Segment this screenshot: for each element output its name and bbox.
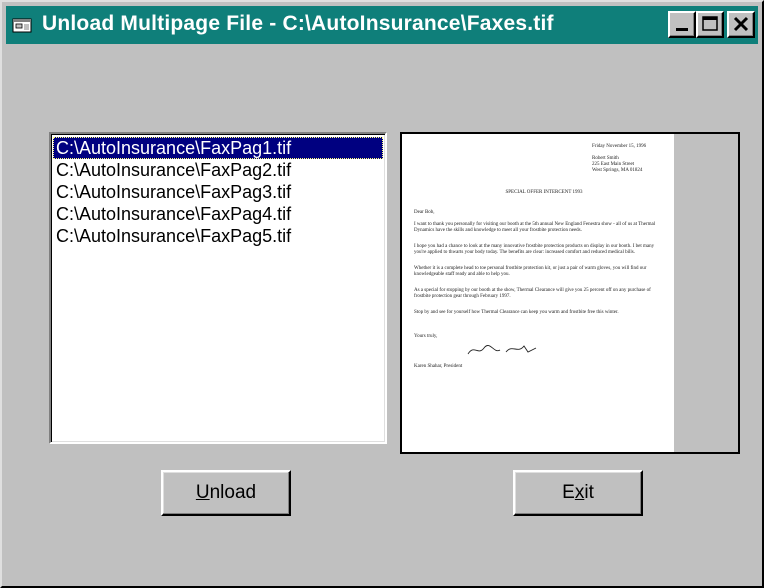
doc-closing: Yours truly,	[414, 334, 438, 339]
dialog-window: Unload Multipage File - C:\AutoInsurance…	[0, 0, 764, 588]
window-title: Unload Multipage File - C:\AutoInsurance…	[42, 12, 554, 35]
page-preview: Friday November 15, 1996 Robert Smith 22…	[400, 132, 740, 454]
list-item[interactable]: C:\AutoInsurance\FaxPag1.tif	[53, 137, 383, 159]
maximize-icon	[702, 16, 718, 31]
unload-label-rest: nload	[209, 482, 257, 503]
exit-label-start: E	[562, 482, 575, 503]
close-button[interactable]	[727, 11, 755, 38]
doc-subject: SPECIAL OFFER INTERCENT 1993	[505, 190, 583, 195]
doc-date: Friday November 15, 1996	[592, 144, 647, 149]
page-file-list[interactable]: C:\AutoInsurance\FaxPag1.tif C:\AutoInsu…	[49, 132, 387, 444]
doc-paragraph: Whether it is a complete head to toe per…	[414, 266, 647, 277]
exit-label-rest: it	[584, 482, 594, 503]
list-item[interactable]: C:\AutoInsurance\FaxPag5.tif	[53, 225, 383, 247]
list-item[interactable]: C:\AutoInsurance\FaxPag3.tif	[53, 181, 383, 203]
doc-paragraph: I hope you had a chance to look at the m…	[414, 244, 655, 255]
unload-button[interactable]: Unload	[161, 470, 291, 516]
doc-signer: Karen Shahar, President	[414, 364, 463, 369]
preview-gutter	[674, 134, 738, 452]
exit-mnemonic: x	[574, 482, 585, 503]
maximize-button[interactable]	[696, 11, 724, 38]
minimize-button[interactable]	[668, 11, 696, 38]
close-icon	[733, 16, 749, 32]
app-icon[interactable]	[12, 16, 34, 34]
exit-button[interactable]: Exit	[513, 470, 643, 516]
doc-paragraph: I want to thank you personally for visit…	[414, 222, 656, 233]
title-bar[interactable]: Unload Multipage File - C:\AutoInsurance…	[6, 6, 758, 44]
doc-paragraph: As a special for stopping by our booth a…	[414, 288, 651, 299]
doc-address-line: West Springs, MA 01824	[592, 168, 643, 173]
unload-mnemonic: U	[195, 482, 210, 503]
doc-paragraph: Stop by and see for yourself how Thermal…	[414, 310, 619, 315]
signature-image	[467, 345, 537, 355]
list-item[interactable]: C:\AutoInsurance\FaxPag4.tif	[53, 203, 383, 225]
list-item[interactable]: C:\AutoInsurance\FaxPag2.tif	[53, 159, 383, 181]
doc-salutation: Dear Bob,	[414, 210, 435, 215]
preview-page: Friday November 15, 1996 Robert Smith 22…	[406, 138, 674, 446]
minimize-icon	[676, 28, 688, 31]
